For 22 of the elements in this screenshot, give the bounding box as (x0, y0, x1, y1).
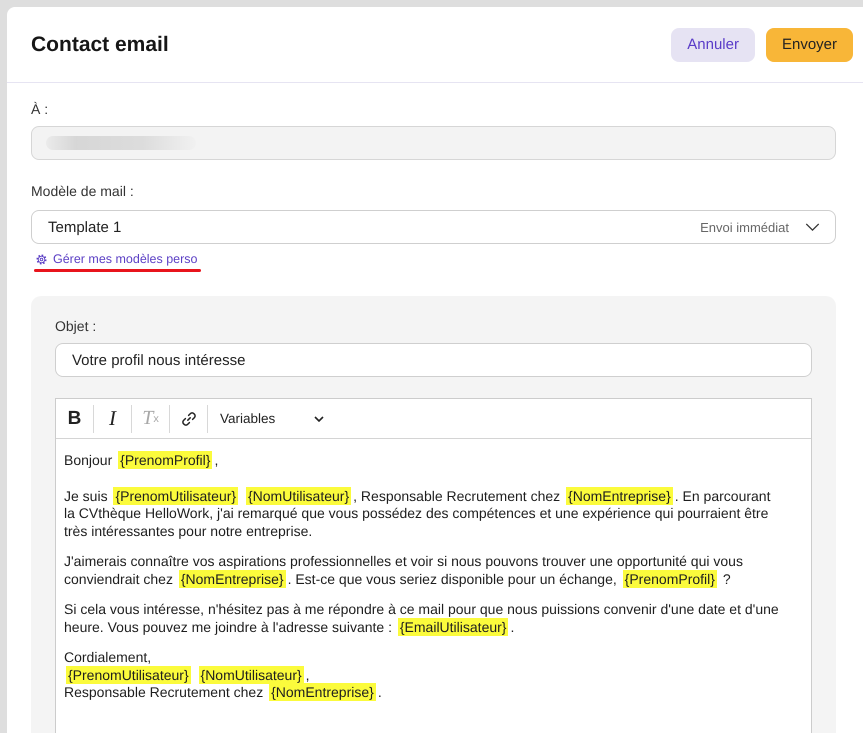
send-mode-label: Envoi immédiat (700, 220, 789, 234)
chevron-down-icon (314, 416, 324, 422)
chevron-down-icon (805, 223, 820, 231)
manage-templates-link[interactable]: Gérer mes modèles perso (36, 251, 198, 267)
variables-dropdown[interactable]: Variables (208, 404, 328, 434)
template-select[interactable]: Template 1 Envoi immédiat (31, 210, 836, 244)
italic-button[interactable]: I (94, 404, 131, 434)
email-paragraph: J'aimerais connaître vos aspirations professionnelles et voir si nous pouvons trouver une opportunité qui vous conviendrait chez {NomEntreprise} . Est-ce que vous seriez disponible pour un échange, {PrenomProfil} ? (64, 553, 744, 588)
email-paragraph: Bonjour {PrenomProfil} , (64, 452, 220, 470)
recipient-label: À : (31, 101, 50, 118)
email-paragraph: Cordialement, {PrenomUtilisateur} {NomUtilisateur} , Responsable Recrutement chez {NomEntreprise} . (64, 649, 383, 702)
dialog-title: Contact email (31, 32, 169, 56)
bold-button[interactable]: B (56, 404, 93, 434)
send-button[interactable]: Envoyer (766, 28, 853, 62)
cancel-button[interactable]: Annuler (671, 28, 755, 62)
email-paragraph: Je suis {PrenomUtilisateur} {NomUtilisateur} , Responsable Recrutement chez {NomEntreprise} . En parcourant la CVthèque HelloWork, j'ai remarqué que vous possédez des compétences et une expérience qui pourraient être très intéressantes pour notre entreprise. (64, 488, 772, 540)
subject-label: Objet : (55, 318, 98, 335)
link-icon (180, 410, 196, 426)
subject-field[interactable]: Votre profil nous intéresse (55, 343, 812, 377)
email-paragraph: Si cela vous intéresse, n'hésitez pas à me répondre à ce mail pour que nous puissions convenir d'une date et d'une heure. Vous pouvez me joindre à l'adresse suivante : {EmailUtilisateur} . (64, 601, 780, 636)
settings-icon (36, 254, 47, 264)
template-label: Modèle de mail : (31, 183, 135, 200)
